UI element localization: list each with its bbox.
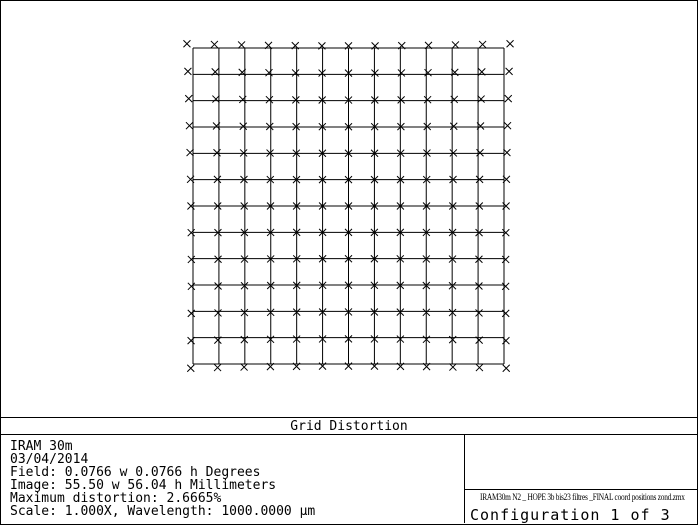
distortion-point-marker — [475, 363, 484, 372]
distortion-point-marker — [477, 95, 485, 103]
side-divider — [465, 489, 698, 490]
configuration-label: Configuration 1 of 3 — [470, 506, 671, 524]
distortion-point-marker — [449, 122, 458, 131]
distortion-point-marker — [210, 40, 219, 49]
scale-wavelength-text: Scale: 1.000X, Wavelength: 1000.0000 µm — [10, 504, 316, 519]
distortion-point-marker — [292, 96, 300, 104]
distortion-point-marker — [240, 363, 248, 371]
distortion-point-marker — [187, 282, 196, 291]
plot-canvas — [183, 39, 514, 373]
distortion-point-marker — [187, 336, 195, 345]
distortion-point-marker — [371, 69, 379, 77]
distortion-point-marker — [186, 364, 195, 373]
distortion-point-marker — [187, 309, 196, 318]
distortion-point-marker — [423, 122, 432, 131]
distortion-point-marker — [475, 255, 483, 264]
distortion-point-marker — [397, 96, 405, 104]
distortion-point-marker — [451, 41, 460, 49]
distortion-point-marker — [237, 41, 246, 49]
distortion-point-marker — [184, 94, 193, 103]
distortion-point-marker — [478, 40, 487, 49]
distortion-point-marker — [449, 363, 457, 371]
distortion-point-marker — [212, 95, 220, 103]
distortion-point-marker — [502, 336, 510, 345]
distortion-point-marker — [214, 282, 222, 290]
distortion-point-marker — [505, 67, 513, 76]
distortion-point-marker — [501, 255, 510, 264]
distortion-point-marker — [213, 148, 221, 157]
distortion-point-marker — [424, 68, 432, 77]
distortion-point-marker — [265, 122, 274, 131]
distortion-point-marker — [504, 94, 513, 103]
distortion-point-marker — [184, 67, 192, 76]
distortion-point-marker — [185, 121, 194, 130]
distortion-point-marker — [239, 122, 248, 131]
distortion-point-marker — [475, 309, 483, 317]
distortion-point-marker — [476, 148, 484, 157]
side-panel: IRAM30m N2 _ HOPE 3b bis23 filtres _FINA… — [464, 435, 698, 524]
distortion-point-marker — [265, 68, 273, 77]
distortion-point-marker — [187, 255, 196, 264]
distortion-point-marker — [397, 69, 406, 77]
distortion-point-marker — [501, 309, 510, 318]
distortion-point-marker — [475, 282, 483, 290]
distortion-point-marker — [213, 363, 222, 372]
distortion-point-marker — [501, 282, 510, 291]
distortion-point-marker — [502, 364, 511, 373]
file-name: IRAM30m N2 _ HOPE 3b bis23 filtres _FINA… — [480, 492, 685, 502]
distortion-point-marker — [183, 39, 191, 48]
distortion-point-marker — [318, 69, 326, 77]
distortion-point-marker — [265, 95, 274, 104]
distortion-point-marker — [423, 95, 432, 104]
plot-title: Grid Distortion — [290, 419, 408, 434]
distortion-point-marker — [503, 121, 512, 130]
grid-distortion-plot — [1, 1, 697, 416]
info-panel: IRAM 30m 03/04/2014 Field: 0.0766 w 0.07… — [0, 435, 464, 523]
distortion-point-marker — [291, 69, 300, 77]
title-bar: Grid Distortion — [0, 417, 698, 435]
distortion-point-marker — [214, 255, 222, 264]
distortion-point-marker — [506, 39, 514, 48]
distortion-point-marker — [214, 309, 222, 317]
